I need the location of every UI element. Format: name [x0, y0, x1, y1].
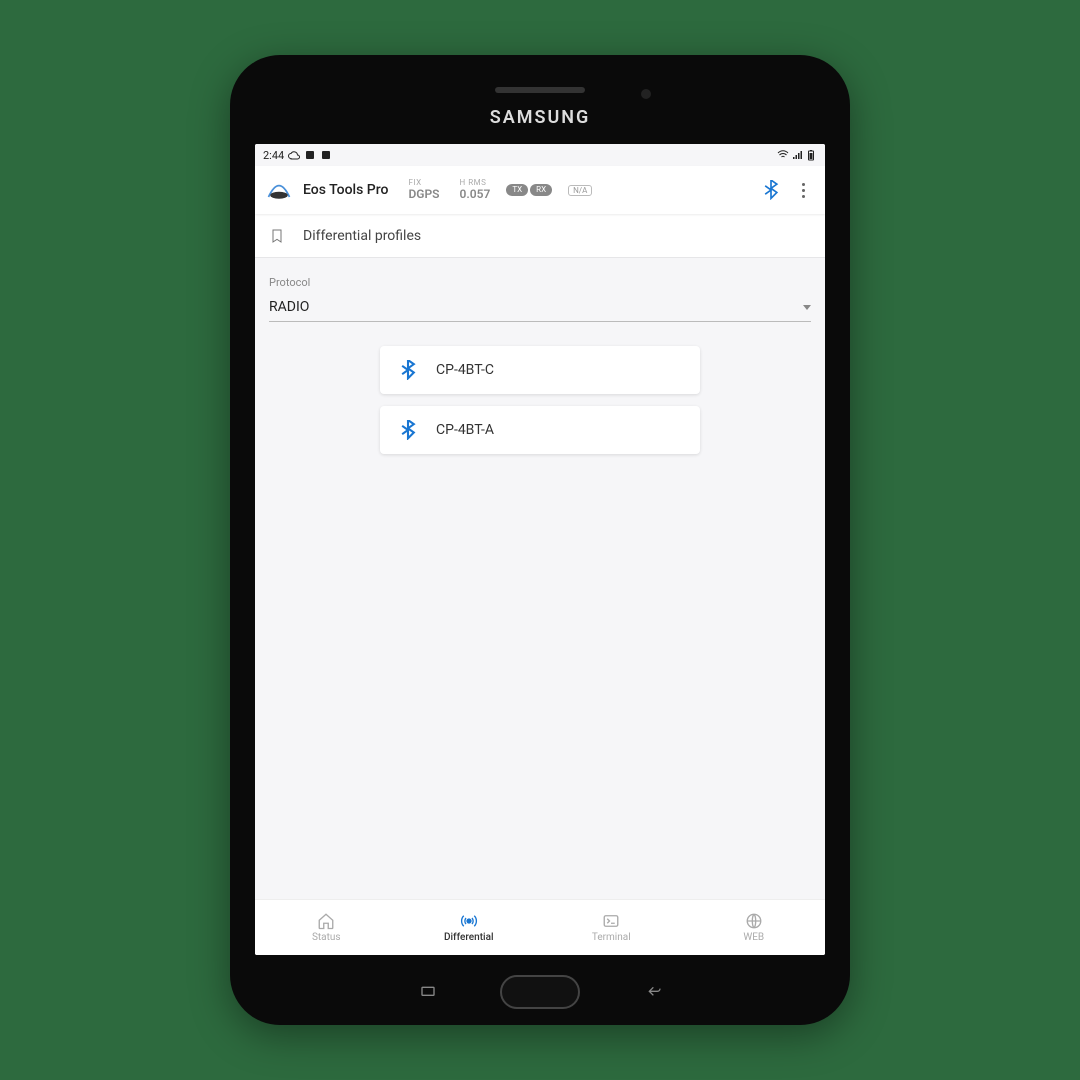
notification-icon-2 — [320, 149, 332, 161]
speaker-grille — [495, 87, 585, 93]
protocol-value: RADIO — [269, 299, 309, 315]
content-area: Protocol RADIO CP-4BT-C CP-4BT-A — [255, 258, 825, 899]
protocol-field-label: Protocol — [269, 276, 811, 289]
hrms-value: 0.057 — [460, 188, 491, 201]
battery-icon — [805, 149, 817, 161]
fix-value: DGPS — [408, 188, 439, 201]
home-icon — [317, 912, 335, 930]
nav-web[interactable]: WEB — [683, 900, 826, 955]
tx-rx-group: TX RX — [506, 184, 552, 196]
app-title: Eos Tools Pro — [303, 182, 388, 198]
na-badge: N/A — [568, 185, 592, 196]
nav-differential[interactable]: Differential — [398, 900, 541, 955]
back-button[interactable] — [640, 982, 664, 1002]
android-status-bar: 2:44 — [255, 144, 825, 166]
antenna-icon — [460, 912, 478, 930]
nav-terminal-label: Terminal — [592, 932, 631, 943]
screen: 2:44 Eos Tools Pro FIX DGPS H RMS — [255, 144, 825, 955]
rx-pill: RX — [530, 184, 552, 196]
status-bar-left: 2:44 — [263, 149, 332, 162]
device-name: CP-4BT-C — [436, 362, 494, 378]
bluetooth-icon[interactable] — [761, 180, 781, 200]
fix-stat: FIX DGPS — [408, 179, 439, 201]
notification-icon — [304, 149, 316, 161]
app-logo — [265, 178, 293, 202]
bookmark-icon — [269, 228, 285, 244]
tablet-top: SAMSUNG — [255, 85, 825, 128]
protocol-dropdown[interactable]: RADIO — [269, 295, 811, 322]
tx-pill: TX — [506, 184, 528, 196]
chevron-down-icon — [803, 305, 811, 310]
nav-differential-label: Differential — [444, 932, 494, 943]
nav-terminal[interactable]: Terminal — [540, 900, 683, 955]
profiles-section-button[interactable]: Differential profiles — [255, 214, 825, 258]
overflow-menu-button[interactable] — [791, 183, 815, 198]
device-item[interactable]: CP-4BT-A — [380, 406, 700, 454]
app-header: Eos Tools Pro FIX DGPS H RMS 0.057 TX RX… — [255, 166, 825, 214]
signal-icon — [791, 149, 803, 161]
device-item[interactable]: CP-4BT-C — [380, 346, 700, 394]
home-button[interactable] — [500, 975, 580, 1009]
hrms-stat: H RMS 0.057 — [460, 179, 491, 201]
bottom-nav: Status Differential Terminal WEB — [255, 899, 825, 955]
terminal-icon — [602, 912, 620, 930]
hardware-buttons — [230, 975, 850, 1009]
nav-status-label: Status — [312, 932, 341, 943]
recent-apps-button[interactable] — [416, 982, 440, 1002]
cloud-icon — [288, 149, 300, 161]
nav-web-label: WEB — [743, 932, 764, 943]
status-bar-right — [777, 149, 817, 161]
wifi-icon — [777, 149, 789, 161]
bluetooth-icon — [398, 420, 418, 440]
profiles-section-label: Differential profiles — [303, 228, 421, 244]
globe-icon — [745, 912, 763, 930]
device-list: CP-4BT-C CP-4BT-A — [269, 346, 811, 454]
device-brand: SAMSUNG — [490, 107, 591, 128]
status-bar-time: 2:44 — [263, 149, 284, 162]
bluetooth-icon — [398, 360, 418, 380]
nav-status[interactable]: Status — [255, 900, 398, 955]
front-camera — [641, 89, 651, 99]
tablet-frame: SAMSUNG 2:44 Eos Tools Pro FIX — [230, 55, 850, 1025]
device-name: CP-4BT-A — [436, 422, 494, 438]
